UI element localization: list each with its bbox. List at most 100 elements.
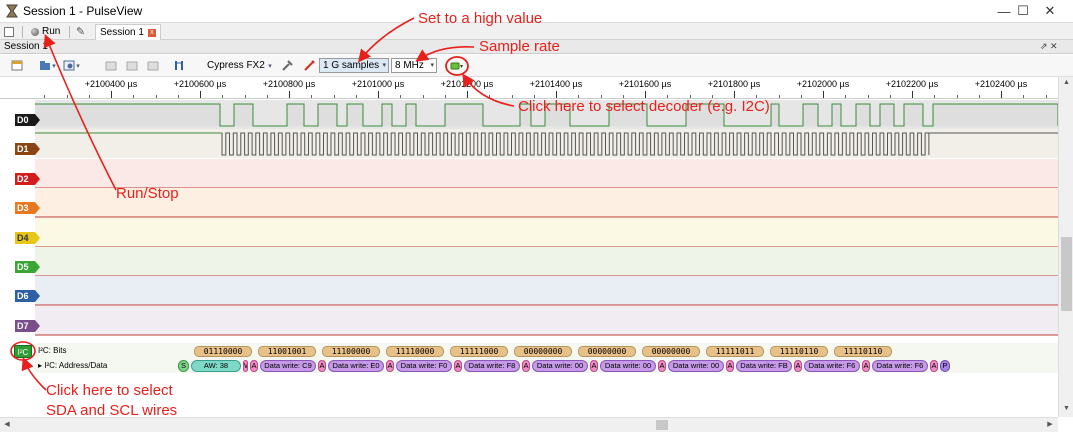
decoder-bits-cell[interactable]: 11111011 (706, 346, 764, 357)
ruler-major-tick (912, 91, 913, 98)
zoom-fit-icon[interactable] (146, 59, 160, 72)
waveform-d7 (35, 334, 1058, 336)
decoder-bits-cell[interactable]: 00000000 (514, 346, 572, 357)
decoder-annotation-data[interactable]: Data write: E0 (328, 360, 384, 372)
ruler-minor-tick (311, 95, 313, 98)
main-toolbar: ▾ ▾ Cypress FX2 ▾ 1 G samples ▾ 8 MHz ▾ (0, 55, 1073, 77)
decoder-annotation-ack[interactable]: A (930, 360, 938, 372)
decoder-bits-cell[interactable]: 01110000 (194, 346, 252, 357)
decoder-annotation-stop[interactable]: P (940, 360, 950, 372)
zoom-out-icon[interactable] (125, 59, 139, 72)
decoder-annotation-ack[interactable]: A (658, 360, 666, 372)
channel-tag-d0[interactable]: D0 (15, 114, 40, 126)
sample-rate-select[interactable]: 8 MHz ▾ (391, 58, 437, 73)
add-decoder-button[interactable] (449, 58, 465, 73)
device-dropdown-arrow-icon[interactable]: ▾ (266, 59, 274, 72)
decoder-bits-cell[interactable]: 11100000 (322, 346, 380, 357)
run-status-icon (31, 27, 39, 36)
zoom-in-icon[interactable] (104, 59, 118, 72)
channel-tag-d1[interactable]: D1 (15, 143, 40, 156)
decoder-annotation-aw[interactable]: AW: 38 (191, 360, 241, 372)
ruler-tick-label: +2101200 µs (440, 79, 494, 89)
decoder-annotation-ack[interactable]: A (318, 360, 326, 372)
ruler-tick-label: +2102200 µs (885, 79, 939, 89)
channel-name: D7 (17, 320, 29, 331)
decoder-annotation-data[interactable]: Data write: F6 (804, 360, 860, 372)
session-panel-controls[interactable]: ⇗ ✕ (1040, 40, 1058, 53)
waveform-d4 (35, 246, 1058, 248)
ruler-minor-tick (889, 95, 891, 98)
ruler-minor-tick (133, 95, 135, 98)
ruler-major-tick (378, 91, 379, 98)
decoder-annotation-ack[interactable]: A (862, 360, 870, 372)
channel-tag-d3[interactable]: D3 (15, 202, 40, 215)
probe-config-icon[interactable] (302, 59, 316, 72)
new-session-checkbox[interactable] (4, 27, 14, 37)
scroll-right-arrow-icon[interactable]: ▶ (1043, 418, 1057, 432)
decoder-annotation-data[interactable]: Data write: 00 (532, 360, 588, 372)
ruler-minor-tick (845, 95, 847, 98)
tab-separator (69, 26, 70, 38)
decoder-annotation-ack[interactable]: A (726, 360, 734, 372)
decoder-bits-cell[interactable]: 00000000 (578, 346, 636, 357)
channel-tag-d7[interactable]: D7 (15, 319, 40, 332)
window-title: Session 1 - PulseView (23, 4, 143, 18)
channel-tag-d5[interactable]: D5 (15, 261, 40, 273)
close-tab-icon[interactable]: x (147, 28, 156, 37)
sample-rate-value: 8 MHz (395, 60, 424, 71)
decoder-bits-cell[interactable]: 11110110 (770, 346, 828, 357)
decoder-annotation-ack[interactable]: A (250, 360, 258, 372)
channel-tag-d4[interactable]: D4 (15, 231, 40, 244)
save-file-menu-arrow-icon[interactable]: ▾ (74, 59, 82, 72)
ruler-tick-label: +2102000 µs (796, 79, 850, 89)
ruler-minor-tick (400, 95, 402, 98)
sample-count-select[interactable]: 1 G samples ▾ (319, 58, 389, 73)
decoder-bits-cell[interactable]: 11111000 (450, 346, 508, 357)
decoder-annotation-data[interactable]: Data write: F0 (396, 360, 452, 372)
decoder-bits-cell[interactable]: 11001001 (258, 346, 316, 357)
scroll-left-arrow-icon[interactable]: ◀ (0, 418, 14, 432)
ruler-minor-tick (622, 95, 624, 98)
new-view-icon[interactable] (10, 59, 24, 72)
channel-tag-d2[interactable]: D2 (15, 172, 40, 185)
decoder-annotation-ack[interactable]: A (386, 360, 394, 372)
decoder-annotation-start[interactable]: S (178, 360, 189, 372)
decoder-bits-cell[interactable]: 00000000 (642, 346, 700, 357)
open-file-menu-arrow-icon[interactable]: ▾ (50, 59, 58, 72)
decoder-annotation-ack[interactable]: W (243, 360, 248, 372)
vertical-scroll-thumb[interactable] (1061, 237, 1072, 311)
device-config-icon[interactable] (280, 59, 294, 72)
decoder-annotation-data[interactable]: Data write: C9 (260, 360, 316, 372)
channel-tag-d6[interactable]: D6 (15, 290, 40, 303)
horizontal-scroll-thumb[interactable] (656, 420, 668, 430)
decoder-annotation-data[interactable]: Data write: FB (736, 360, 792, 372)
run-button[interactable]: Run (28, 24, 63, 39)
device-selector-label[interactable]: Cypress FX2 (207, 60, 265, 71)
decoder-bits-cell[interactable]: 11110000 (386, 346, 444, 357)
decoder-annotation-data[interactable]: Data write: 00 (600, 360, 656, 372)
scroll-up-arrow-icon[interactable]: ▲ (1059, 77, 1073, 89)
decoder-annotation-data[interactable]: Data write: F8 (464, 360, 520, 372)
tab-session-1[interactable]: Session 1 x (95, 24, 161, 40)
scroll-down-arrow-icon[interactable]: ▼ (1059, 403, 1073, 415)
decoder-annotation-ack[interactable]: A (454, 360, 462, 372)
close-button[interactable]: ✕ (1027, 0, 1073, 22)
time-ruler[interactable]: +2100400 µs +2100600 µs +2100800 µs +210100… (0, 77, 1069, 99)
settings-wrench-icon[interactable]: ✎ (76, 25, 85, 38)
ruler-major-tick (645, 91, 646, 98)
decoder-annotation-ack[interactable]: A (522, 360, 530, 372)
i2c-decoder-tag[interactable]: I²C (14, 345, 32, 358)
waveform-d1 (35, 132, 1058, 156)
ruler-minor-tick (867, 95, 869, 98)
vertical-scrollbar[interactable]: ▲ ▼ (1058, 77, 1073, 417)
sample-count-value: 1 G samples (323, 60, 380, 71)
decoder-annotation-ack[interactable]: A (590, 360, 598, 372)
ruler-minor-tick (800, 95, 802, 98)
channel-name: D3 (17, 203, 29, 214)
horizontal-scrollbar[interactable]: ◀ ▶ (0, 417, 1058, 432)
cursor-icon[interactable] (172, 59, 186, 72)
decoder-annotation-data[interactable]: Data write: 00 (668, 360, 724, 372)
decoder-annotation-data[interactable]: Data write: F6 (872, 360, 928, 372)
decoder-annotation-ack[interactable]: A (794, 360, 802, 372)
decoder-bits-cell[interactable]: 11110110 (834, 346, 892, 357)
